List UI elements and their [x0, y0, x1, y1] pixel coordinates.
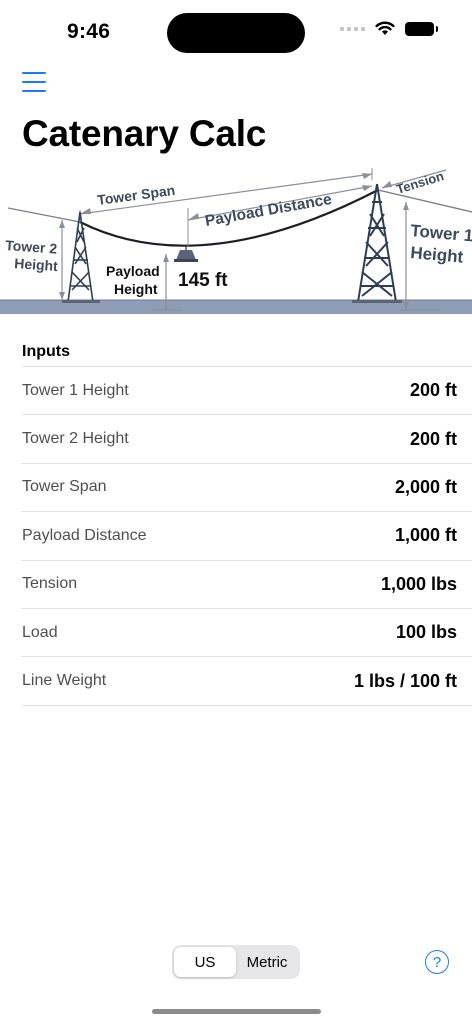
inputs-section: Inputs Tower 1 Height 200 ft Tower 2 Hei… [22, 338, 472, 706]
diagram-label-tension: Tension [394, 168, 445, 197]
units-segment-us[interactable]: US [174, 947, 236, 977]
wifi-icon [375, 21, 395, 35]
row-label: Load [22, 623, 58, 641]
row-value: 100 lbs [395, 622, 457, 643]
catenary-diagram-svg: Tower Span Payload Distance Tension Towe… [0, 168, 472, 314]
row-value: 200 ft [409, 380, 457, 401]
row-label: Line Weight [22, 672, 107, 690]
menu-button[interactable] [22, 70, 46, 94]
diagram-label-tower1-height-2: Height [410, 243, 465, 267]
status-bar: 9:46 [0, 0, 472, 60]
diagram-label-payload-distance: Payload Distance [204, 191, 334, 230]
diagram-label-payload-height-2: Height [114, 281, 158, 297]
row-label: Tower 2 Height [22, 430, 129, 448]
row-value: 1,000 lbs [380, 573, 457, 594]
row-label: Payload Distance [22, 526, 147, 544]
row-value: 1,000 ft [394, 525, 457, 546]
right-guy-wire [377, 189, 472, 213]
row-value: 2,000 ft [394, 476, 457, 497]
dynamic-island [167, 13, 305, 53]
row-label: Tower Span [22, 478, 107, 496]
diagram-label-payload-height-1: Payload [106, 263, 160, 279]
hamburger-icon [22, 72, 46, 74]
status-time: 9:46 [67, 20, 111, 43]
home-indicator [152, 1009, 321, 1014]
catenary-diagram: Tower Span Payload Distance Tension Towe… [0, 162, 472, 314]
input-row-tower-1-height[interactable]: Tower 1 Height 200 ft [22, 367, 472, 416]
input-row-load[interactable]: Load 100 lbs [22, 609, 472, 658]
battery-icon [405, 21, 438, 36]
tower-1-graphic [357, 183, 397, 303]
page-title: Catenary Calc [22, 113, 267, 154]
question-mark-icon: ? [432, 953, 442, 971]
diagram-label-tower-span: Tower Span [96, 182, 176, 208]
diagram-label-tower2-height-1: Tower 2 [5, 237, 58, 257]
input-row-tower-2-height[interactable]: Tower 2 Height 200 ft [22, 415, 472, 464]
diagram-label-tower1-height-1: Tower 1 [410, 221, 472, 245]
input-row-line-weight[interactable]: Line Weight 1 lbs / 100 ft [22, 657, 472, 706]
payload-graphic [174, 246, 198, 262]
payload-height-value: 145 ft [178, 270, 228, 291]
input-row-tension[interactable]: Tension 1,000 lbs [22, 561, 472, 609]
cellular-signal-icon [340, 26, 365, 31]
units-segmented-control: US Metric [172, 945, 300, 979]
inputs-header: Inputs [22, 338, 472, 367]
status-icons [340, 21, 438, 36]
row-value: 200 ft [409, 428, 457, 449]
row-label: Tower 1 Height [22, 381, 129, 399]
row-label: Tension [22, 575, 78, 593]
row-value: 1 lbs / 100 ft [353, 670, 457, 691]
left-guy-wire [7, 207, 81, 223]
input-row-tower-span[interactable]: Tower Span 2,000 ft [22, 464, 472, 513]
input-row-payload-distance[interactable]: Payload Distance 1,000 ft [22, 512, 472, 561]
help-button[interactable]: ? [425, 950, 449, 974]
units-segment-metric[interactable]: Metric [236, 947, 298, 977]
diagram-label-tower2-height-2: Height [14, 255, 59, 274]
